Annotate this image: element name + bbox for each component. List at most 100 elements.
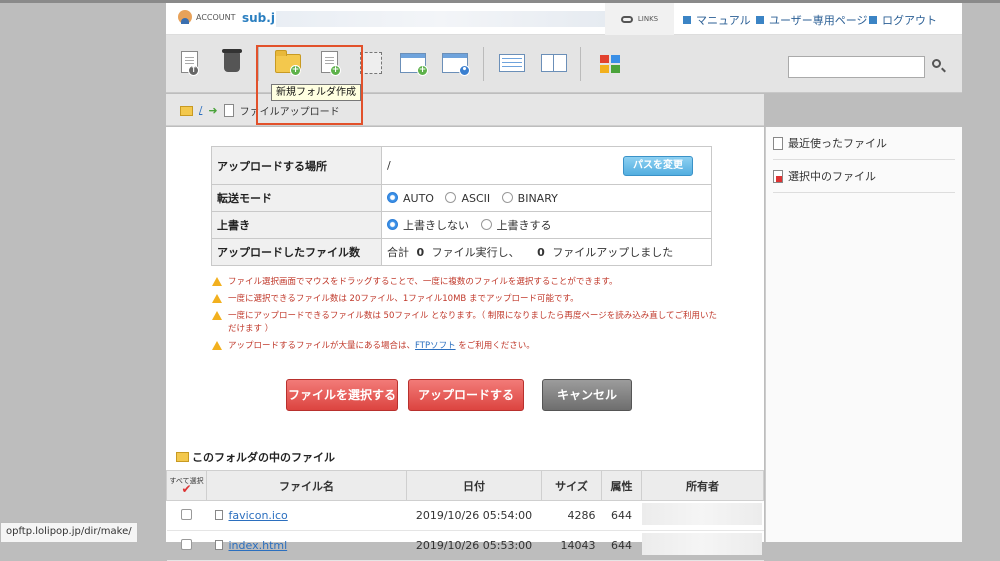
overwrite-no-label: 上書きしない (403, 219, 469, 232)
nav-manual-link[interactable]: マニュアル (683, 12, 751, 28)
owner-redacted (641, 533, 762, 555)
overwrite-label: 上書き (211, 211, 382, 239)
upload-button[interactable]: アップロードする (408, 379, 524, 411)
count-uploaded: 0 (537, 246, 545, 259)
toolbar-divider (580, 47, 581, 81)
bullet-square-icon (683, 16, 691, 24)
recent-files-label: 最近使ったファイル (788, 137, 887, 150)
selected-document-icon (773, 169, 783, 183)
folder-files-title: このフォルダの中のファイル (192, 451, 335, 464)
overwrite-yes-radio[interactable]: 上書きする (480, 219, 552, 232)
row-checkbox[interactable] (181, 538, 192, 550)
nav-user-page-link[interactable]: ユーザー専用ページ (756, 12, 868, 28)
upload-settings-table: アップロードする場所 / パスを変更 転送モード AUTO ASCII BINA… (211, 146, 712, 266)
radio-icon (480, 219, 492, 230)
count-total-prefix: 合計 (387, 246, 409, 259)
note-text: をご利用ください。 (455, 341, 535, 351)
column-size[interactable]: サイズ (541, 470, 602, 501)
upload-file-button[interactable]: ↑ (176, 49, 204, 79)
globe-badge-icon: • (459, 65, 470, 76)
select-files-button[interactable]: ファイルを選択する (286, 379, 398, 411)
change-path-button[interactable]: パスを変更 (623, 156, 693, 176)
mode-binary-radio[interactable]: BINARY (501, 191, 558, 205)
radio-selected-icon (387, 191, 398, 203)
list-view-button[interactable] (498, 49, 526, 79)
account-menu[interactable]: ACCOUNT (178, 10, 236, 24)
nav-logout-link[interactable]: ログアウト (869, 12, 937, 28)
warning-icon (212, 311, 222, 320)
file-icon (214, 510, 223, 520)
trash-icon (222, 49, 242, 72)
selected-files-label: 選択中のファイル (788, 170, 876, 183)
file-size: 14043 (541, 530, 602, 561)
column-attr[interactable]: 属性 (601, 470, 642, 501)
arrow-right-icon: ➜ (208, 104, 218, 117)
ftp-software-link[interactable]: FTPソフト (415, 341, 456, 351)
delete-button[interactable] (218, 49, 246, 79)
upload-count-row: アップロードしたファイル数 合計 0 ファイル実行し、 0 ファイルアップしまし… (211, 238, 712, 266)
column-name[interactable]: ファイル名 (206, 470, 407, 501)
app-header: ACCOUNT sub.jp- LINKS マニュアル ユーザー専用ページ ログ… (166, 3, 962, 35)
note-item: ファイル選択画面でマウスをドラッグすることで、一度に複数のファイルを選択すること… (212, 276, 722, 289)
upload-location-cell: / パスを変更 (381, 146, 712, 185)
mode-auto-radio[interactable]: AUTO (387, 191, 434, 205)
mode-ascii-radio[interactable]: ASCII (445, 191, 491, 205)
upload-panel: アップロードする場所 / パスを変更 転送モード AUTO ASCII BINA… (166, 127, 764, 561)
recent-document-icon (773, 136, 783, 150)
file-date: 2019/10/26 05:54:00 (406, 500, 542, 531)
table-row[interactable]: favicon.ico 2019/10/26 05:54:00 4286 644 (166, 500, 764, 531)
open-window-button[interactable]: • (442, 49, 470, 79)
file-size: 4286 (541, 500, 602, 531)
selected-files-item[interactable]: 選択中のファイル (773, 160, 955, 193)
warning-icon (212, 277, 222, 286)
file-name-link[interactable]: favicon.ico (229, 509, 288, 522)
note-text: ファイル選択画面でマウスをドラッグすることで、一度に複数のファイルを選択すること… (228, 277, 618, 287)
column-date[interactable]: 日付 (406, 470, 542, 501)
table-row[interactable]: index.html 2019/10/26 05:53:00 14043 644 (166, 530, 764, 561)
row-checkbox[interactable] (181, 508, 192, 520)
search-input[interactable] (788, 56, 925, 78)
note-text: 一度にアップロードできるファイル数は 50ファイル となります。（ 制限になりま… (228, 311, 717, 334)
recent-files-item[interactable]: 最近使ったファイル (773, 127, 955, 160)
mode-binary-label: BINARY (517, 191, 558, 205)
count-total-suffix: ファイル実行し、 (431, 246, 520, 259)
links-label: LINKS (637, 15, 659, 23)
status-bar-url: opftp.lolipop.jp/dir/make/ (0, 522, 138, 542)
warning-icon (212, 341, 222, 350)
split-view-button[interactable] (540, 49, 568, 79)
mode-ascii-label: ASCII (461, 191, 491, 205)
file-name-link[interactable]: index.html (229, 539, 288, 552)
move-selection-icon (360, 52, 382, 74)
upload-location-row: アップロードする場所 / パスを変更 (211, 146, 712, 185)
overwrite-yes-label: 上書きする (496, 219, 552, 232)
overwrite-options: 上書きしない 上書きする (381, 211, 712, 239)
document-icon (223, 104, 234, 117)
count-total: 0 (416, 246, 425, 259)
cancel-button[interactable]: キャンセル (542, 379, 632, 411)
links-menu[interactable]: LINKS (605, 3, 674, 35)
breadcrumb-root-link[interactable]: / (199, 105, 202, 116)
count-uploaded-suffix: ファイルアップしました (552, 246, 674, 259)
list-view-icon (499, 54, 525, 72)
note-text: 一度に選択できるファイル数は 20ファイル、1ファイル10MB までアップロード… (228, 294, 579, 304)
account-avatar-icon (178, 10, 192, 24)
owner-redacted (641, 503, 762, 525)
right-panel: 最近使ったファイル 選択中のファイル (765, 127, 962, 542)
thumbnail-view-button[interactable] (596, 49, 624, 79)
plus-badge-icon: + (417, 65, 428, 76)
column-owner[interactable]: 所有者 (641, 470, 764, 501)
copy-button[interactable]: + (400, 49, 428, 79)
search-button[interactable] (929, 57, 947, 75)
select-all-toggle[interactable]: すべて選択 ✔ (166, 470, 207, 501)
nav-logout-label: ログアウト (882, 14, 937, 27)
warning-icon (212, 294, 222, 303)
note-text: アップロードするファイルが大量にある場合は、 (228, 341, 416, 351)
link-chain-icon (620, 15, 633, 23)
page-background-right (962, 3, 1000, 542)
overwrite-no-radio[interactable]: 上書きしない (387, 219, 469, 232)
bullet-square-icon (756, 16, 764, 24)
upload-location-label: アップロードする場所 (211, 146, 382, 185)
page-background-left (0, 3, 166, 542)
upload-count-label: アップロードしたファイル数 (211, 238, 382, 266)
transfer-mode-options: AUTO ASCII BINARY (381, 184, 712, 212)
